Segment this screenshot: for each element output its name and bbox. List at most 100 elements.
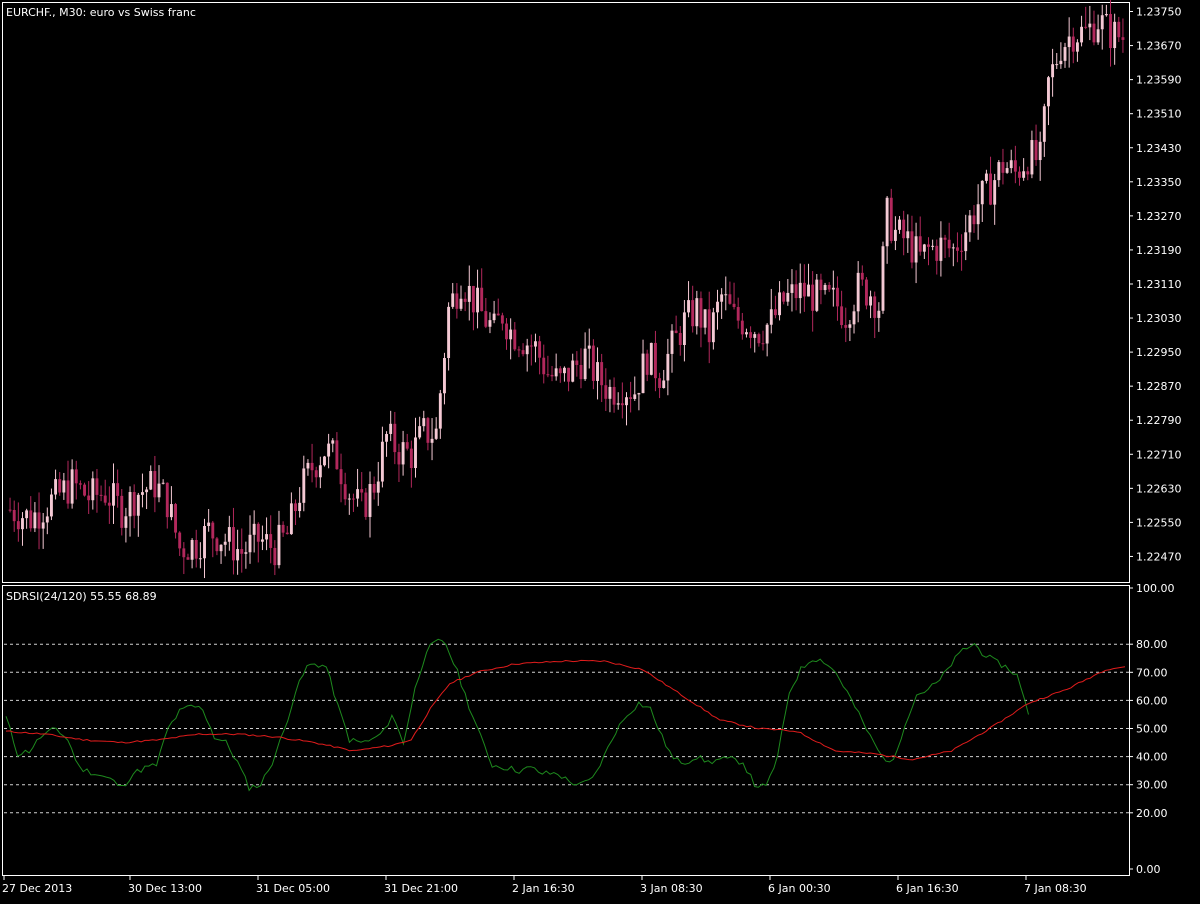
candle-body bbox=[1117, 21, 1121, 38]
candle-body bbox=[521, 350, 525, 355]
candle-body bbox=[376, 481, 380, 493]
level-tick-label: 70.00 bbox=[1136, 666, 1168, 679]
time-tick-label: 7 Jan 08:30 bbox=[1024, 882, 1087, 895]
candle-body bbox=[145, 489, 149, 493]
candle-body bbox=[149, 471, 153, 490]
candle-body bbox=[740, 320, 744, 335]
candle-body bbox=[240, 549, 244, 554]
candle-body bbox=[666, 353, 670, 381]
candle-body bbox=[612, 386, 616, 405]
candle-body bbox=[583, 348, 587, 380]
mt4-chart[interactable]: 1.23750 1.23670 1.23590 1.23510 1.23430 1.233… bbox=[0, 0, 1200, 900]
candle-body bbox=[662, 380, 666, 388]
candle-body bbox=[1034, 140, 1038, 161]
candle-body bbox=[273, 547, 277, 566]
candle-body bbox=[893, 229, 897, 241]
candle-body bbox=[608, 386, 612, 399]
level-tick-label: 50.00 bbox=[1136, 723, 1168, 736]
candle-body bbox=[99, 494, 103, 496]
candle-body bbox=[935, 245, 939, 261]
candle-body bbox=[699, 298, 703, 328]
chart-canvas[interactable]: 1.23750 1.23670 1.23590 1.23510 1.23430 1.233… bbox=[0, 0, 1200, 900]
candle-body bbox=[161, 482, 165, 484]
candle-body bbox=[1100, 15, 1104, 30]
candle-body bbox=[645, 353, 649, 375]
candle-body bbox=[182, 548, 186, 558]
candle-body bbox=[1018, 171, 1021, 178]
candle-body bbox=[422, 418, 426, 427]
candle-body bbox=[463, 298, 467, 302]
candle-body bbox=[124, 516, 128, 528]
price-tick-label: 1.23510 bbox=[1136, 108, 1182, 121]
candle-body bbox=[1030, 140, 1034, 175]
candle-body bbox=[12, 509, 16, 522]
candle-body bbox=[70, 469, 74, 504]
candle-body bbox=[157, 483, 161, 498]
candle-body bbox=[1092, 23, 1096, 43]
candle-body bbox=[120, 495, 124, 528]
candle-body bbox=[678, 332, 682, 345]
time-tick-label: 6 Jan 16:30 bbox=[896, 882, 959, 895]
candle-body bbox=[232, 527, 235, 561]
candle-body bbox=[956, 247, 959, 251]
candle-body bbox=[294, 503, 297, 512]
time-tick-label: 31 Dec 21:00 bbox=[384, 882, 458, 895]
candle-body bbox=[364, 492, 368, 517]
candle-body bbox=[331, 440, 335, 444]
candle-body bbox=[393, 423, 397, 453]
candle-body bbox=[964, 232, 968, 252]
candle-body bbox=[1109, 14, 1112, 49]
level-tick-label: 30.00 bbox=[1136, 779, 1168, 792]
candle-body bbox=[769, 309, 773, 325]
candle-body bbox=[438, 393, 442, 429]
candle-body bbox=[579, 364, 583, 380]
candle-body bbox=[910, 231, 914, 263]
price-tick-label: 1.23110 bbox=[1136, 278, 1182, 291]
candle-body bbox=[219, 544, 223, 552]
candle-body bbox=[728, 294, 732, 304]
time-tick-label: 6 Jan 00:30 bbox=[768, 882, 831, 895]
candle-body bbox=[471, 285, 475, 313]
candle-body bbox=[922, 244, 926, 252]
price-tick-label: 1.22950 bbox=[1136, 346, 1182, 359]
candle-body bbox=[397, 452, 401, 465]
candle-body bbox=[318, 465, 322, 478]
candle-body bbox=[389, 423, 393, 434]
price-tick-label: 1.23270 bbox=[1136, 210, 1182, 223]
candle-body bbox=[534, 341, 537, 347]
candle-body bbox=[211, 522, 215, 539]
price-tick-label: 1.23190 bbox=[1136, 244, 1182, 257]
candle-body bbox=[571, 360, 575, 382]
candle-body bbox=[414, 437, 417, 469]
candle-body bbox=[190, 539, 194, 560]
time-tick-label: 2 Jan 16:30 bbox=[512, 882, 575, 895]
candle-body bbox=[670, 330, 674, 354]
candle-body bbox=[116, 483, 120, 496]
candle-body bbox=[513, 329, 517, 350]
candle-body bbox=[1084, 26, 1088, 28]
candle-body bbox=[968, 215, 972, 233]
candle-body bbox=[811, 284, 815, 311]
candle-body bbox=[542, 357, 546, 375]
candle-body bbox=[372, 484, 376, 493]
candle-body bbox=[558, 368, 562, 374]
candle-body bbox=[761, 343, 765, 345]
candle-body bbox=[1104, 14, 1108, 16]
level-tick-label: 60.00 bbox=[1136, 694, 1168, 707]
candle-body bbox=[492, 313, 496, 321]
level-tick-label: 20.00 bbox=[1136, 807, 1168, 820]
candle-body bbox=[443, 358, 446, 394]
candle-body bbox=[674, 330, 678, 333]
candle-body bbox=[848, 324, 852, 328]
candle-body bbox=[984, 173, 988, 181]
level-tick-label: 80.00 bbox=[1136, 638, 1168, 651]
candle-body bbox=[496, 313, 500, 316]
candle-body bbox=[1113, 21, 1117, 49]
candle-body bbox=[807, 284, 810, 297]
candle-body bbox=[401, 442, 405, 465]
candle-body bbox=[500, 315, 504, 324]
candle-body bbox=[600, 362, 604, 386]
candle-body bbox=[745, 332, 748, 335]
candle-body bbox=[889, 197, 893, 241]
candle-body bbox=[335, 440, 339, 470]
